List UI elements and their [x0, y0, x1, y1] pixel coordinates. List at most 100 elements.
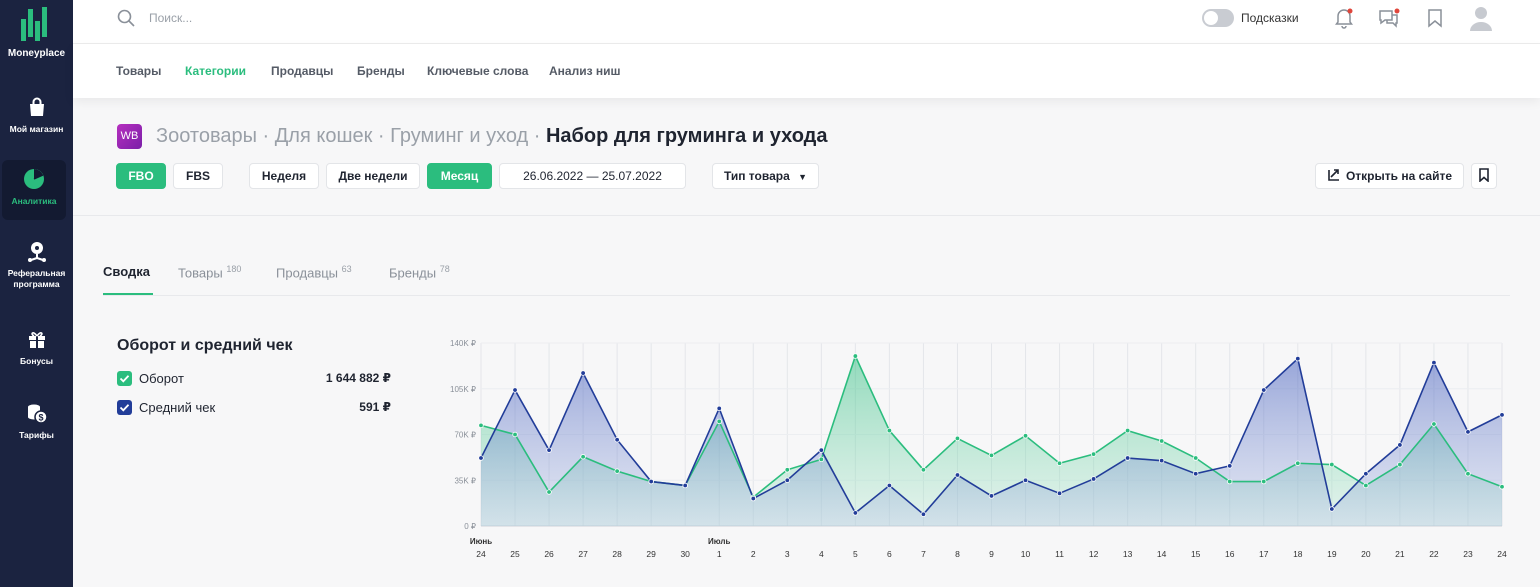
brand-name: Moneyplace — [7, 48, 66, 59]
data-point — [716, 405, 722, 412]
x-tick-label: 7 — [921, 549, 926, 559]
chart-x-axis: 24 25 26 27 28 29 30 1 2 3 4 5 6 7 8 9 10 11 12 13 14 15 16 17 1… — [470, 537, 1507, 559]
hints-toggle[interactable] — [1202, 9, 1234, 27]
nav-item-products[interactable]: Товары — [116, 64, 161, 78]
bookmark-icon[interactable] — [1427, 7, 1443, 29]
data-point — [1158, 438, 1165, 444]
x-tick-label: 20 — [1361, 549, 1371, 559]
data-point — [1295, 355, 1301, 362]
page-title: Набор для груминга и ухода — [545, 125, 828, 147]
data-point — [1499, 484, 1505, 490]
fbo-button[interactable]: FBO — [116, 163, 166, 189]
caret-down-icon: ▼ — [798, 172, 808, 182]
open-on-site-button[interactable]: Открыть на сайте — [1315, 163, 1464, 189]
sidebar-item-bonuses[interactable]: Бонусы — [0, 328, 73, 367]
notification-bell-icon[interactable] — [1334, 7, 1354, 29]
logo[interactable]: Moneyplace — [0, 0, 73, 70]
external-link-icon — [1328, 169, 1339, 181]
product-type-dropdown[interactable]: Тип товара ▼ — [712, 163, 819, 189]
week-button[interactable]: Неделя — [249, 163, 319, 189]
nav-item-sellers[interactable]: Продавцы — [271, 64, 333, 78]
data-point — [614, 468, 620, 474]
checkbox-checked-icon[interactable] — [117, 400, 132, 415]
product-type-label: Тип товара — [723, 169, 790, 183]
x-tick-label: 25 — [510, 549, 520, 559]
breadcrumb-item[interactable]: Груминг и уход · — [390, 125, 546, 147]
breadcrumb: Зоотовары · Для кошек · Груминг и уход ·… — [156, 125, 827, 148]
data-point — [478, 422, 484, 429]
data-point — [920, 511, 927, 517]
breadcrumb-item[interactable]: Зоотовары · — [156, 125, 275, 147]
tab-brands[interactable]: Бренды 78 — [389, 264, 450, 280]
legend-value: 591 ₽ — [359, 400, 391, 414]
nav-item-brands[interactable]: Бренды — [357, 64, 405, 78]
data-point — [1363, 482, 1369, 489]
nav-item-niche-analysis[interactable]: Анализ ниш — [549, 64, 621, 78]
bookmark-page-button[interactable] — [1471, 163, 1497, 189]
x-tick-label: 24 — [1497, 549, 1507, 559]
data-point — [1124, 455, 1131, 461]
data-point — [614, 437, 620, 443]
data-point — [716, 418, 722, 425]
data-point — [1465, 471, 1471, 477]
two-weeks-button[interactable]: Две недели — [326, 163, 420, 189]
legend-item-turnover[interactable]: Оборот 1 644 882 ₽ — [117, 369, 391, 389]
sidebar-item-referral[interactable]: Реферальная программа — [0, 240, 73, 290]
x-tick-label: 29 — [646, 549, 656, 559]
x-tick-label: 1 — [717, 549, 722, 559]
data-point — [580, 370, 586, 376]
hints-label: Подсказки — [1241, 11, 1299, 25]
checkbox-checked-icon[interactable] — [117, 371, 132, 386]
x-tick-label: 4 — [819, 549, 824, 559]
data-point — [988, 493, 995, 499]
tab-summary[interactable]: Сводка — [103, 264, 150, 279]
search-input[interactable] — [149, 8, 449, 28]
data-point — [1022, 477, 1029, 483]
user-avatar-icon[interactable] — [1468, 5, 1494, 31]
sidebar-item-label: Мой магазин — [9, 124, 64, 134]
x-tick-label: 16 — [1225, 549, 1235, 559]
tab-products[interactable]: Товары 180 — [178, 264, 241, 280]
data-point — [1124, 427, 1131, 434]
search-icon[interactable] — [117, 9, 135, 27]
data-point — [886, 482, 893, 489]
data-point — [512, 387, 518, 393]
legend-item-average-check[interactable]: Средний чек 591 ₽ — [117, 398, 391, 418]
sidebar-item-analytics[interactable]: Аналитика — [2, 160, 66, 220]
nav-item-categories[interactable]: Категории — [185, 64, 246, 78]
data-point — [1090, 476, 1097, 482]
data-point — [512, 431, 518, 438]
data-point — [682, 482, 688, 489]
date-range-picker[interactable]: 26.06.2022 — 25.07.2022 — [499, 163, 686, 189]
sidebar-item-label: Бонусы — [20, 356, 53, 366]
data-point — [1465, 429, 1471, 435]
sidebar-item-my-store[interactable]: Мой магазин — [0, 96, 73, 135]
data-point — [852, 353, 859, 359]
tab-sellers[interactable]: Продавцы 63 — [276, 264, 352, 280]
fbs-button[interactable]: FBS — [173, 163, 223, 189]
coins-icon: $ — [27, 404, 48, 424]
sidebar: Moneyplace Мой магазин Аналитика Реферал… — [0, 0, 73, 587]
data-point — [954, 472, 961, 478]
tab-count: 180 — [226, 264, 242, 274]
marketplace-badge: WB — [117, 124, 142, 149]
data-point — [1193, 455, 1199, 461]
y-tick-label: 140K ₽ — [450, 339, 476, 348]
chart-title: Оборот и средний чек — [117, 337, 293, 354]
data-point — [1295, 460, 1301, 466]
breadcrumb-item[interactable]: Для кошек · — [275, 125, 390, 147]
bookmark-icon — [1479, 168, 1489, 183]
data-point — [886, 427, 893, 434]
sidebar-item-tariffs[interactable]: $ Тарифы — [0, 402, 73, 441]
data-point — [1056, 460, 1063, 466]
data-point — [920, 467, 927, 473]
x-tick-label: 30 — [680, 549, 690, 559]
data-point — [1261, 478, 1267, 485]
data-point — [1499, 412, 1505, 418]
nav-item-keywords[interactable]: Ключевые слова — [427, 64, 528, 78]
sidebar-item-label: Аналитика — [11, 196, 57, 206]
sidebar-item-label: Тарифы — [19, 430, 54, 440]
month-button[interactable]: Месяц — [427, 163, 492, 189]
pie-chart-icon — [24, 169, 44, 189]
chat-icon[interactable] — [1377, 7, 1401, 29]
